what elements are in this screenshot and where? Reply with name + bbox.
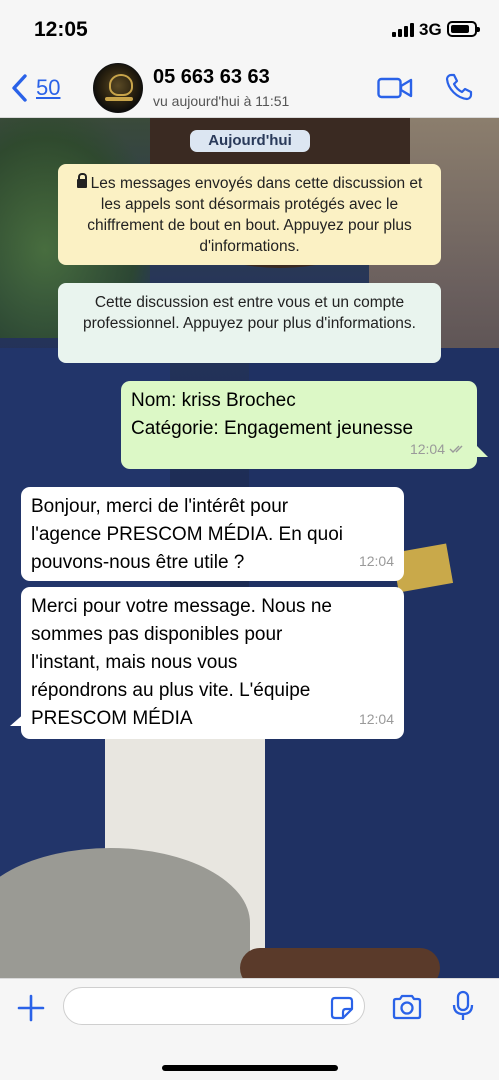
signal-icon — [392, 23, 414, 37]
status-bar: 12:05 3G — [0, 0, 499, 58]
business-notice-text: Cette discussion est entre vous et un co… — [83, 294, 416, 332]
double-check-icon — [449, 445, 463, 453]
message-line: Nom: kriss Brochec — [131, 390, 296, 411]
message-line: pouvons-nous être utile ? — [31, 552, 245, 573]
message-line: Merci pour votre message. Nous ne — [31, 596, 332, 617]
encryption-notice[interactable]: Les messages envoyés dans cette discussi… — [58, 164, 441, 265]
message-outgoing[interactable]: Nom: kriss Brochec Catégorie: Engagement… — [121, 381, 477, 469]
message-time: 12:04 — [358, 553, 394, 569]
unread-count[interactable]: 50 — [36, 75, 60, 101]
lock-icon — [76, 173, 87, 188]
sticker-icon[interactable] — [330, 996, 354, 1020]
message-time: 12:04 — [358, 711, 394, 727]
camera-icon[interactable] — [391, 994, 423, 1020]
video-call-icon[interactable] — [377, 76, 413, 100]
contact-name[interactable]: 05 663 63 63 — [153, 66, 270, 89]
message-line: l'agence PRESCOM MÉDIA. En quoi — [31, 524, 343, 545]
message-time: 12:04 — [409, 441, 445, 457]
status-time: 12:05 — [34, 18, 88, 41]
encryption-notice-text: Les messages envoyés dans cette discussi… — [87, 175, 423, 255]
message-line: PRESCOM MÉDIA — [31, 708, 193, 729]
chevron-left-icon — [12, 74, 27, 102]
date-chip: Aujourd'hui — [190, 130, 310, 152]
back-button[interactable]: 50 — [10, 72, 60, 104]
phone-icon[interactable] — [444, 72, 474, 102]
microphone-icon[interactable] — [451, 990, 475, 1022]
network-type: 3G — [419, 20, 442, 39]
message-line: sommes pas disponibles pour — [31, 624, 283, 645]
composer-bar — [0, 978, 499, 1080]
message-incoming[interactable]: Bonjour, merci de l'intérêt pour l'agenc… — [21, 487, 404, 581]
message-line: Bonjour, merci de l'intérêt pour — [31, 496, 289, 517]
message-input[interactable] — [63, 987, 365, 1025]
home-indicator[interactable] — [162, 1065, 338, 1071]
message-line: répondrons au plus vite. L'équipe — [31, 680, 311, 701]
message-line: l'instant, mais nous vous — [31, 652, 238, 673]
message-incoming[interactable]: Merci pour votre message. Nous ne sommes… — [21, 587, 404, 739]
avatar[interactable] — [93, 63, 143, 113]
battery-icon — [447, 21, 480, 37]
last-seen-status: vu aujourd'hui à 11:51 — [153, 93, 290, 109]
business-account-notice[interactable]: Cette discussion est entre vous et un co… — [58, 283, 441, 363]
chat-header: 50 05 663 63 63 vu aujourd'hui à 11:51 — [0, 58, 499, 118]
plus-icon[interactable] — [16, 993, 46, 1023]
